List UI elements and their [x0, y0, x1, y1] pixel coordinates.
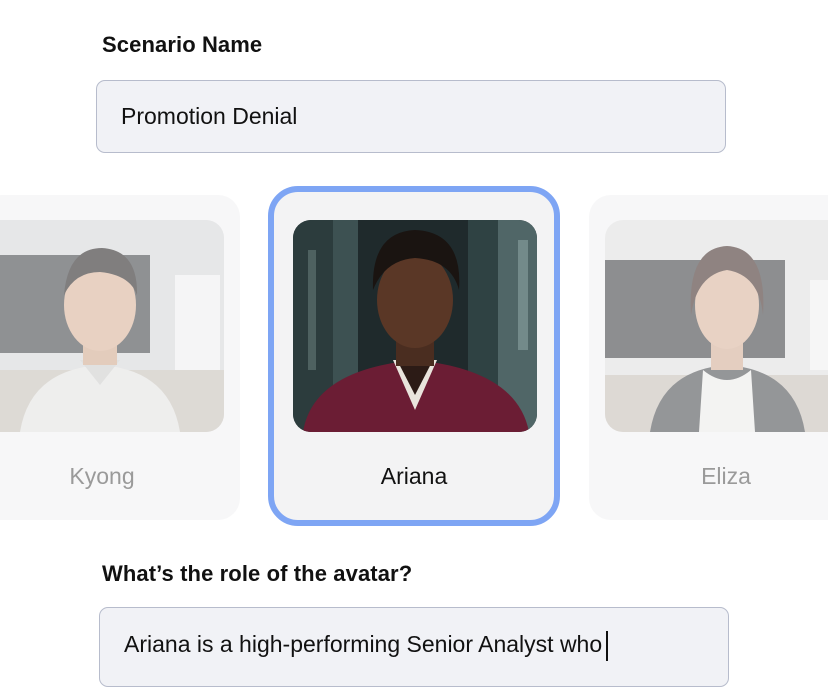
- avatar-role-value: Ariana is a high-performing Senior Analy…: [124, 631, 603, 657]
- avatar-role-label: What’s the role of the avatar?: [102, 561, 413, 586]
- scenario-name-value: Promotion Denial: [121, 103, 298, 129]
- avatar-name-kyong: Kyong: [69, 463, 135, 489]
- scenario-name-label: Scenario Name: [102, 32, 263, 57]
- avatar-photo-ariana[interactable]: [293, 220, 537, 432]
- avatar-role-input[interactable]: Ariana is a high-performing Senior Analy…: [99, 607, 729, 687]
- text-caret: [606, 631, 609, 661]
- avatar-photo-eliza[interactable]: [605, 220, 828, 432]
- avatar-name-ariana: Ariana: [380, 463, 448, 489]
- avatar-photo-kyong[interactable]: [0, 220, 224, 432]
- avatar-name-eliza: Eliza: [701, 463, 751, 489]
- scenario-name-input[interactable]: Promotion Denial: [96, 80, 726, 153]
